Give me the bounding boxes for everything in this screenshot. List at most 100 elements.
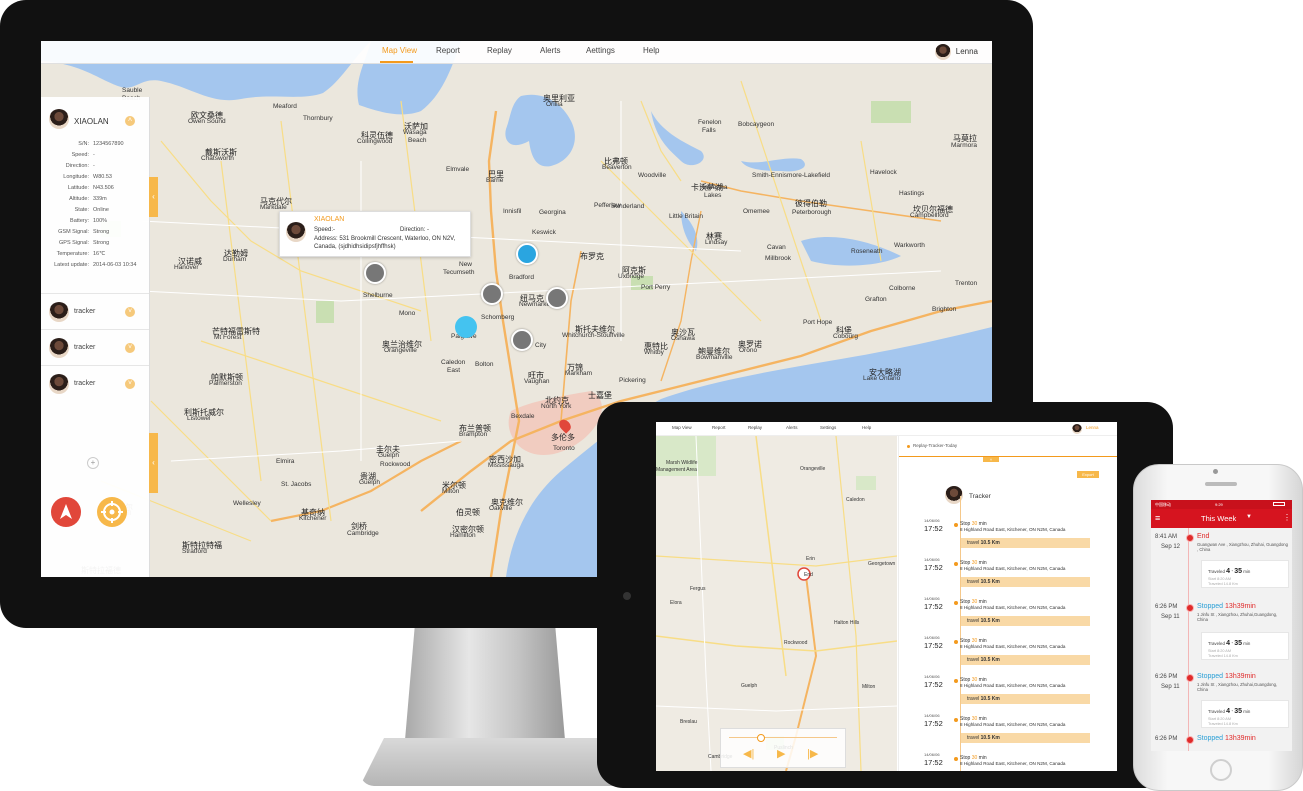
tablet-nav-help[interactable]: Help: [862, 425, 871, 430]
map-place-label: New: [459, 261, 473, 268]
travel-bar: travel 10.5 Km: [961, 733, 1090, 743]
map-place-label: Rockwood: [380, 461, 411, 468]
map-place-label: Bolton: [475, 361, 494, 368]
replay-progress-handle[interactable]: [757, 734, 765, 742]
tablet-app-screen: Map View Report Replay Alerts Settings H…: [656, 422, 1117, 771]
timeline-entry[interactable]: 14/06/06 17:52 Stop 30 min 8 Highland Road …: [899, 635, 1117, 673]
selected-location-dot[interactable]: [455, 316, 477, 338]
map-place-label: 彼得伯勒: [795, 199, 827, 208]
person-marker-icon[interactable]: [364, 262, 386, 284]
tablet-nav-alerts[interactable]: Alerts: [786, 425, 798, 430]
nav-map-view[interactable]: Map View: [382, 46, 417, 55]
person-marker-icon[interactable]: [546, 287, 568, 309]
user-menu[interactable]: Lenna: [934, 44, 978, 60]
travel-summary-card[interactable]: Traveled 4 ᐩ 35 min Start 8:20 AM Traveled…: [1201, 632, 1289, 660]
motorbike-marker-icon[interactable]: [516, 243, 538, 265]
device-info-key: Speed:: [71, 152, 89, 158]
tablet-nav-report[interactable]: Report: [712, 425, 726, 430]
replay-progress-track[interactable]: [729, 737, 837, 738]
entry-time: 17:52: [924, 719, 943, 728]
map-place-label: Barrie: [486, 177, 504, 184]
collapse-chevron-icon[interactable]: ˄: [125, 116, 135, 126]
device-info-row: Altitude: 339m: [43, 196, 147, 206]
timeline-entry[interactable]: 14/06/06 17:52 Stop 30 min 8 Highland Road …: [899, 596, 1117, 634]
export-button[interactable]: Export: [1077, 471, 1099, 478]
travel-summary-card[interactable]: Traveled 4 ᐩ 35 min Start 8:20 AM Traveled…: [1201, 560, 1289, 588]
nav-report[interactable]: Report: [436, 46, 460, 55]
device-info-key: Direction:: [65, 163, 89, 169]
travel-label: travel: [967, 735, 981, 741]
travel-distance: Traveled 14.8 Km: [1208, 722, 1238, 726]
nav-alerts[interactable]: Alerts: [540, 46, 560, 55]
entry-date: 14/06/06: [924, 752, 940, 757]
nav-help[interactable]: Help: [643, 46, 659, 55]
tablet-nav-replay[interactable]: Replay: [748, 425, 762, 430]
map-place-label: Orillia: [546, 101, 563, 108]
nav-settings[interactable]: Aettings: [586, 46, 615, 55]
tablet-nav-settings[interactable]: Settings: [820, 425, 836, 430]
tablet-nav-map-view[interactable]: Map View: [672, 425, 692, 430]
timeline-entry[interactable]: 14/06/06 17:52 Stop 30 min 8 Highland Road …: [899, 518, 1117, 556]
dropdown-toggle-icon[interactable]: ˅: [983, 457, 999, 462]
travel-bar: travel 10.5 Km: [961, 538, 1090, 548]
map-place-label: Schomberg: [481, 314, 515, 321]
tracker-list-item[interactable]: tracker ˅: [41, 365, 149, 402]
travel-distance: 10.5 Km: [980, 540, 1000, 546]
phone-app-screen: 中国移动 9:29 ≡ This Week ▼ ⋮ 8:41 AM Sep 12 E…: [1151, 500, 1292, 751]
expand-chevron-icon[interactable]: ˅: [125, 307, 135, 317]
entry-time: 17:52: [924, 602, 943, 611]
period-dropdown-icon[interactable]: ▼: [1246, 514, 1252, 520]
more-options-icon[interactable]: ⋮: [1283, 513, 1291, 522]
rewind-icon[interactable]: ◀|: [743, 747, 754, 760]
tracker-label: tracker: [74, 380, 96, 387]
device-info-key: Latest update:: [54, 262, 89, 268]
expand-chevron-icon[interactable]: ˅: [125, 343, 135, 353]
event-title[interactable]: Stopped 13h39min: [1197, 603, 1256, 610]
timeline-entry[interactable]: 14/06/06 17:52 Stop 30 min 8 Highland Road …: [899, 674, 1117, 712]
sidebar-tools-tab[interactable]: ‹: [149, 433, 158, 493]
timeline-dot-icon: [954, 601, 958, 605]
event-title[interactable]: End: [1197, 533, 1209, 540]
locate-target-button[interactable]: [97, 497, 127, 527]
nav-replay[interactable]: Replay: [487, 46, 512, 55]
fast-forward-icon[interactable]: |▶: [807, 747, 818, 760]
compass-button[interactable]: [51, 497, 81, 527]
tablet-user-avatar[interactable]: [1072, 424, 1082, 434]
map-place-label: Falls: [702, 127, 716, 134]
travel-start: Start 8:20 AM: [1208, 649, 1232, 653]
map-place-label: Mississauga: [488, 462, 524, 469]
add-tracker-icon[interactable]: +: [87, 457, 99, 469]
person-marker-icon[interactable]: [481, 283, 503, 305]
play-icon[interactable]: ▶: [777, 747, 785, 760]
map-place-label: Pefferlaw: [594, 202, 621, 209]
car-marker-icon[interactable]: [511, 329, 533, 351]
selected-device-header[interactable]: XIAOLAN ˄: [41, 97, 149, 137]
expand-chevron-icon[interactable]: ˅: [125, 379, 135, 389]
map-place-label: Kawartha: [700, 184, 728, 191]
map-place-label: Bexdale: [511, 413, 535, 420]
timeline-entry[interactable]: 14/06/06 17:52 Stop 30 min 8 Highland Road …: [899, 752, 1117, 771]
entry-address: 8 Highland Road East, Kitchener, ON N2M,…: [960, 527, 1066, 532]
map-place-label: Cambridge: [347, 530, 379, 537]
timeline-entry[interactable]: 14/06/06 17:52 Stop 30 min 8 Highland Road …: [899, 557, 1117, 595]
tablet-replay-map[interactable]: Orangeville Caledon Fergus Elora Halton Hill…: [656, 436, 897, 771]
travel-distance: 10.5 Km: [980, 579, 1000, 585]
tracker-list-item[interactable]: tracker ˅: [41, 329, 149, 366]
event-title[interactable]: Stopped 13h39min: [1197, 673, 1256, 680]
sidebar-collapse-tab[interactable]: ‹: [149, 177, 158, 217]
travel-summary-card[interactable]: Traveled 4 ᐩ 35 min Start 8:20 AM Traveled…: [1201, 700, 1289, 728]
event-title[interactable]: Stopped 13h39min: [1197, 735, 1256, 742]
tablet-map-place-label: Guelph: [741, 683, 758, 689]
map-place-label: Guelph: [359, 479, 380, 486]
tablet-camera: [623, 592, 631, 600]
map-place-label: Toronto: [553, 445, 575, 452]
device-info-row: Latitude: N43.506: [43, 185, 147, 195]
breadcrumb: Replay-Tracker-Today: [913, 443, 958, 448]
hamburger-menu-icon[interactable]: ≡: [1155, 513, 1160, 523]
entry-address: 8 Highland Road East, Kitchener, ON N2M,…: [960, 605, 1066, 610]
device-info-key: GSM Signal:: [58, 229, 89, 235]
tracker-list-item[interactable]: tracker ˅: [41, 293, 149, 330]
period-selector[interactable]: This Week: [1201, 514, 1236, 523]
timeline-entry[interactable]: 14/06/06 17:52 Stop 30 min 8 Highland Road …: [899, 713, 1117, 751]
tablet-user-name[interactable]: Lenna: [1086, 425, 1099, 430]
